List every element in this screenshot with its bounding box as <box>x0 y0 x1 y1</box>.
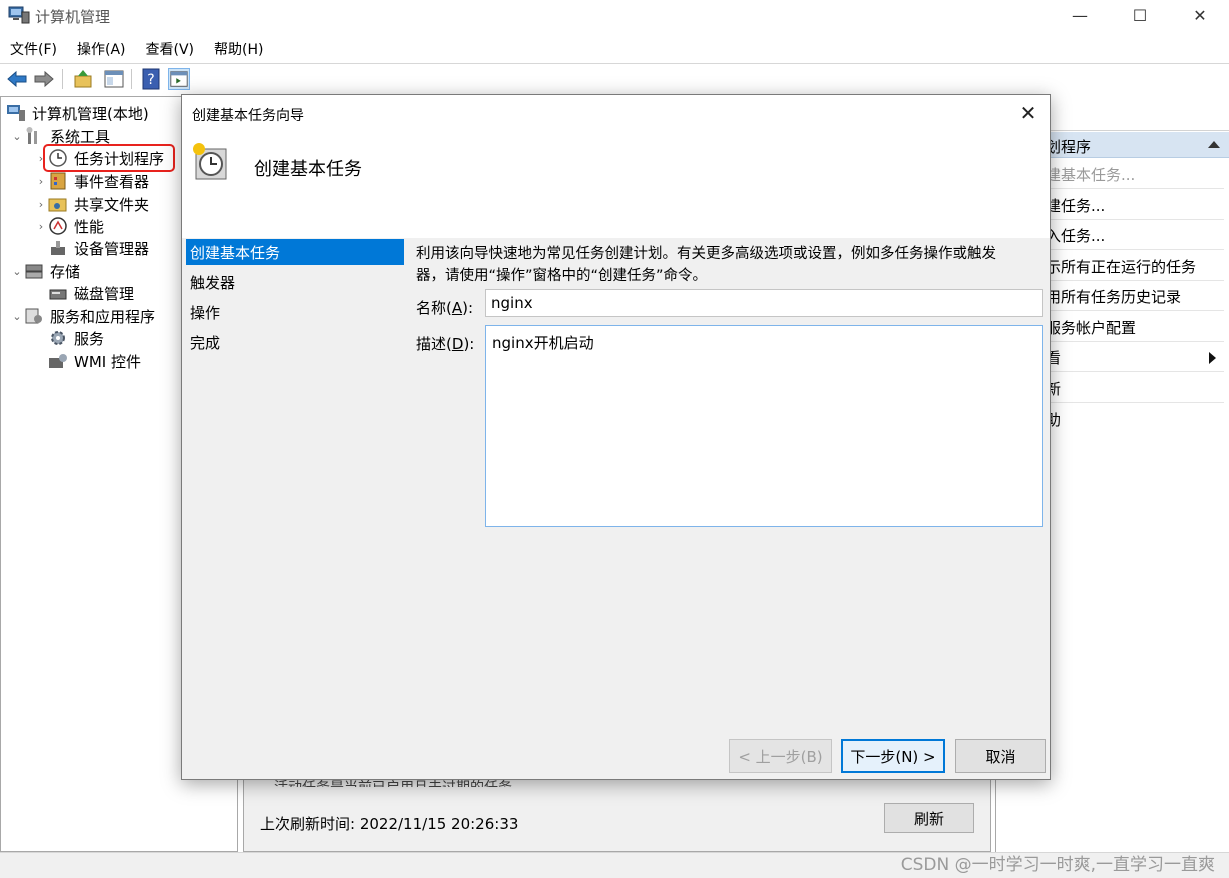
menu-action[interactable]: 操作(A) <box>67 36 136 62</box>
step-trigger[interactable]: 触发器 <box>186 269 404 295</box>
window-titlebar: 计算机管理 — ☐ ✕ <box>0 0 1229 34</box>
up-folder-icon[interactable] <box>72 68 94 90</box>
desc-accesskey: D <box>451 335 464 353</box>
step-create-basic-task[interactable]: 创建基本任务 <box>186 239 404 265</box>
task-wizard-icon <box>193 143 227 180</box>
maximize-icon: ☐ <box>1132 5 1148 25</box>
tree-item-storage[interactable]: ⌄ 存储 <box>10 260 80 282</box>
close-window-button[interactable]: ✕ <box>1170 0 1229 30</box>
wizard-steps: 创建基本任务 触发器 操作 完成 <box>186 239 404 729</box>
show-hide-action-pane-icon[interactable] <box>168 68 190 90</box>
task-description-input[interactable]: nginx开机启动 <box>485 325 1043 527</box>
cancel-button[interactable]: 取消 <box>955 739 1046 773</box>
maximize-button[interactable]: ☐ <box>1110 0 1170 30</box>
wizard-description-line: 利用该向导快速地为常见任务创建计划。有关更多高级选项或设置，例如多任务操作或触发 <box>416 246 996 262</box>
close-icon: ✕ <box>1193 5 1207 25</box>
wmi-icon <box>49 354 67 368</box>
storage-icon <box>25 264 43 279</box>
chevron-right-icon[interactable]: › <box>34 198 48 211</box>
gear-icon <box>51 331 65 345</box>
annotation-highlight <box>43 144 175 172</box>
tree-item-shared-folders[interactable]: › 共享文件夹 <box>34 193 149 215</box>
toolbar-separator <box>131 69 132 89</box>
tree-item-services-apps[interactable]: ⌄ 服务和应用程序 <box>10 305 155 327</box>
watermark: CSDN @一时学习一时爽,一直学习一直爽 <box>900 855 1215 875</box>
device-manager-icon <box>51 241 65 255</box>
scheduler-summary-pane: 活动任务是当前已启用且未过期的任务 上次刷新时间: 2022/11/15 20:… <box>243 770 991 852</box>
collapse-up-icon[interactable] <box>1208 141 1220 148</box>
disk-icon <box>49 289 67 300</box>
desc-label-text: 描述 <box>416 335 447 353</box>
services-apps-icon <box>25 308 42 324</box>
tree-item-root[interactable]: 计算机管理(本地) <box>6 102 149 124</box>
computer-icon <box>7 105 25 121</box>
step-finish[interactable]: 完成 <box>186 329 404 355</box>
help-icon[interactable]: ? <box>140 68 162 90</box>
back-button[interactable]: < 上一步(B) <box>729 739 832 773</box>
toolbar-separator <box>62 69 63 89</box>
toolbar: ? <box>0 63 1229 93</box>
dialog-close-button[interactable]: ✕ <box>1016 101 1040 125</box>
tree-label: 服务和应用程序 <box>50 307 156 326</box>
tree-item-wmi[interactable]: WMI 控件 <box>48 350 141 372</box>
tools-icon <box>26 127 37 144</box>
step-action[interactable]: 操作 <box>186 299 404 325</box>
submenu-arrow-icon <box>1209 352 1216 364</box>
tree-label: 存储 <box>50 262 81 281</box>
tree-item-performance[interactable]: › 性能 <box>34 215 104 237</box>
create-basic-task-wizard: 创建基本任务向导 ✕ 创建基本任务 创建基本任务 触发器 操作 完成 利用该向导… <box>181 94 1051 780</box>
last-refresh-text: 上次刷新时间: 2022/11/15 20:26:33 <box>260 815 519 833</box>
task-name-input[interactable] <box>485 289 1043 317</box>
chevron-right-icon[interactable]: › <box>34 175 48 188</box>
dialog-titlebar: 创建基本任务向导 ✕ <box>182 95 1050 133</box>
tree-label: 性能 <box>74 217 105 236</box>
dialog-header: 创建基本任务 <box>182 133 1050 238</box>
minimize-icon: — <box>1072 5 1088 25</box>
name-label-text: 名称 <box>416 299 447 317</box>
computer-management-icon <box>8 6 30 24</box>
refresh-button[interactable]: 刷新 <box>884 803 974 833</box>
minimize-button[interactable]: — <box>1050 0 1110 30</box>
dialog-heading: 创建基本任务 <box>254 159 362 180</box>
show-hide-tree-icon[interactable] <box>103 68 125 90</box>
tree-label: 共享文件夹 <box>74 195 150 214</box>
next-button[interactable]: 下一步(N) > <box>841 739 945 773</box>
actions-header-label: 划程序 <box>1046 138 1092 156</box>
tree-label: WMI 控件 <box>74 352 141 371</box>
chevron-down-icon[interactable]: ⌄ <box>10 310 24 323</box>
tree-label: 设备管理器 <box>74 239 150 258</box>
wizard-description-line: 器，请使用“操作”窗格中的“创建任务”命令。 <box>416 268 708 284</box>
name-field-label: 名称(A): <box>416 299 474 317</box>
event-viewer-icon <box>50 172 66 190</box>
close-icon: ✕ <box>1019 101 1037 125</box>
wizard-content: 利用该向导快速地为常见任务创建计划。有关更多高级选项或设置，例如多任务操作或触发… <box>414 239 1046 729</box>
chevron-right-icon[interactable]: › <box>34 220 48 233</box>
tree-label: 服务 <box>74 329 105 348</box>
dialog-title: 创建基本任务向导 <box>192 108 304 124</box>
forward-arrow-icon[interactable] <box>33 68 55 90</box>
menu-file[interactable]: 文件(F) <box>0 36 67 62</box>
tree-label: 磁盘管理 <box>74 284 135 303</box>
tree-item-device-manager[interactable]: 设备管理器 <box>48 237 149 259</box>
name-accesskey: A <box>451 299 463 317</box>
tree-label: 计算机管理(本地) <box>32 104 149 123</box>
back-arrow-icon[interactable] <box>6 68 28 90</box>
description-field-label: 描述(D): <box>416 335 475 353</box>
tree-item-services[interactable]: 服务 <box>48 327 104 349</box>
chevron-down-icon[interactable]: ⌄ <box>10 265 24 278</box>
menu-view[interactable]: 查看(V) <box>136 36 205 62</box>
shared-folder-icon <box>48 198 67 212</box>
performance-icon <box>49 217 67 235</box>
chevron-down-icon[interactable]: ⌄ <box>10 130 24 143</box>
menu-help[interactable]: 帮助(H) <box>204 36 273 62</box>
window-title: 计算机管理 <box>35 8 111 26</box>
tree-item-event-viewer[interactable]: › 事件查看器 <box>34 170 149 192</box>
tree-item-disk-management[interactable]: 磁盘管理 <box>48 282 134 304</box>
tree-label: 事件查看器 <box>74 172 150 191</box>
svg-text:?: ? <box>147 72 154 88</box>
menu-bar: 文件(F) 操作(A) 查看(V) 帮助(H) <box>0 36 1229 62</box>
